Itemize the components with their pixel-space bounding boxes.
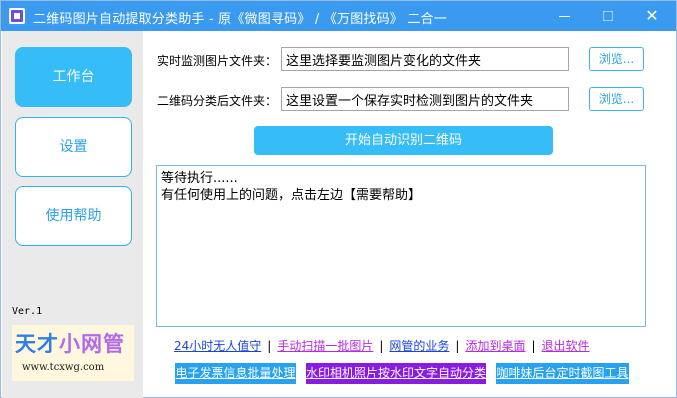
app-window: 二维码图片自动提取分类助手 - 原《微图寻码》 / 《万图找码》 二合一 ✕ 工… — [0, 0, 677, 398]
link-manual-scan[interactable]: 手动扫描一批图片 — [277, 339, 373, 353]
sidebar-item-help[interactable]: 使用帮助 — [15, 186, 132, 246]
brand-name-part2: 小网管 — [59, 332, 125, 356]
version-label: Ver.1 — [12, 306, 43, 317]
sidebar-item-label: 工作台 — [52, 69, 95, 85]
brand-logo[interactable]: 天才小网管 www.tcxwg.com — [12, 325, 134, 381]
minimize-button[interactable] — [542, 1, 586, 31]
promo-invoice-tool[interactable]: 电子发票信息批量处理 — [175, 363, 296, 384]
monitor-folder-input[interactable] — [281, 47, 569, 71]
close-button[interactable]: ✕ — [630, 1, 674, 31]
title-bar[interactable]: 二维码图片自动提取分类助手 - 原《微图寻码》 / 《万图找码》 二合一 ✕ — [1, 1, 676, 31]
maximize-button[interactable] — [586, 1, 630, 31]
link-exit[interactable]: 退出软件 — [542, 339, 590, 353]
log-output[interactable]: 等待执行...... 有任何使用上的问题，点击左边【需要帮助】 — [156, 165, 646, 327]
link-separator: | — [455, 339, 460, 353]
footer-links: 24小时无人值守 | 手动扫描一批图片 | 网管的业务 | 添加到桌面 | 退出软件 — [174, 337, 644, 355]
promo-watermark-classifier[interactable]: 水印相机照片按水印文字自动分类 — [306, 363, 486, 384]
brand-url: www.tcxwg.com — [22, 362, 105, 373]
sidebar-item-settings[interactable]: 设置 — [15, 117, 132, 177]
link-separator: | — [531, 339, 536, 353]
monitor-folder-label: 实时监测图片文件夹： — [157, 54, 278, 68]
close-icon: ✕ — [645, 6, 659, 25]
link-separator: | — [267, 339, 272, 353]
browse-output-button[interactable]: 浏览... — [589, 87, 644, 111]
output-folder-input[interactable] — [281, 87, 569, 111]
promo-screenshot-tool[interactable]: 咖啡妹后台定时截图工具 — [496, 363, 629, 384]
log-line: 等待执行...... — [161, 171, 238, 186]
output-folder-label: 二维码分类后文件夹： — [157, 94, 278, 108]
link-services[interactable]: 网管的业务 — [389, 339, 449, 353]
link-add-to-desktop[interactable]: 添加到桌面 — [465, 339, 525, 353]
window-title: 二维码图片自动提取分类助手 - 原《微图寻码》 / 《万图找码》 二合一 — [33, 12, 447, 27]
sidebar-item-label: 使用帮助 — [45, 208, 102, 224]
app-icon — [9, 8, 25, 24]
brand-name: 天才小网管 — [15, 328, 125, 358]
minimize-icon — [558, 15, 570, 17]
link-separator: | — [379, 339, 384, 353]
log-line: 有任何使用上的问题，点击左边【需要帮助】 — [161, 188, 422, 203]
start-recognition-button[interactable]: 开始自动识别二维码 — [254, 126, 553, 155]
sidebar-item-label: 设置 — [59, 139, 88, 155]
browse-monitor-button[interactable]: 浏览... — [589, 47, 644, 71]
sidebar-item-workbench[interactable]: 工作台 — [15, 47, 132, 107]
link-unattended[interactable]: 24小时无人值守 — [174, 339, 261, 353]
sidebar: 工作台 设置 使用帮助 Ver.1 天才小网管 www.tcxwg.com — [2, 31, 143, 398]
maximize-icon — [603, 11, 613, 21]
brand-name-part1: 天才 — [15, 332, 59, 356]
